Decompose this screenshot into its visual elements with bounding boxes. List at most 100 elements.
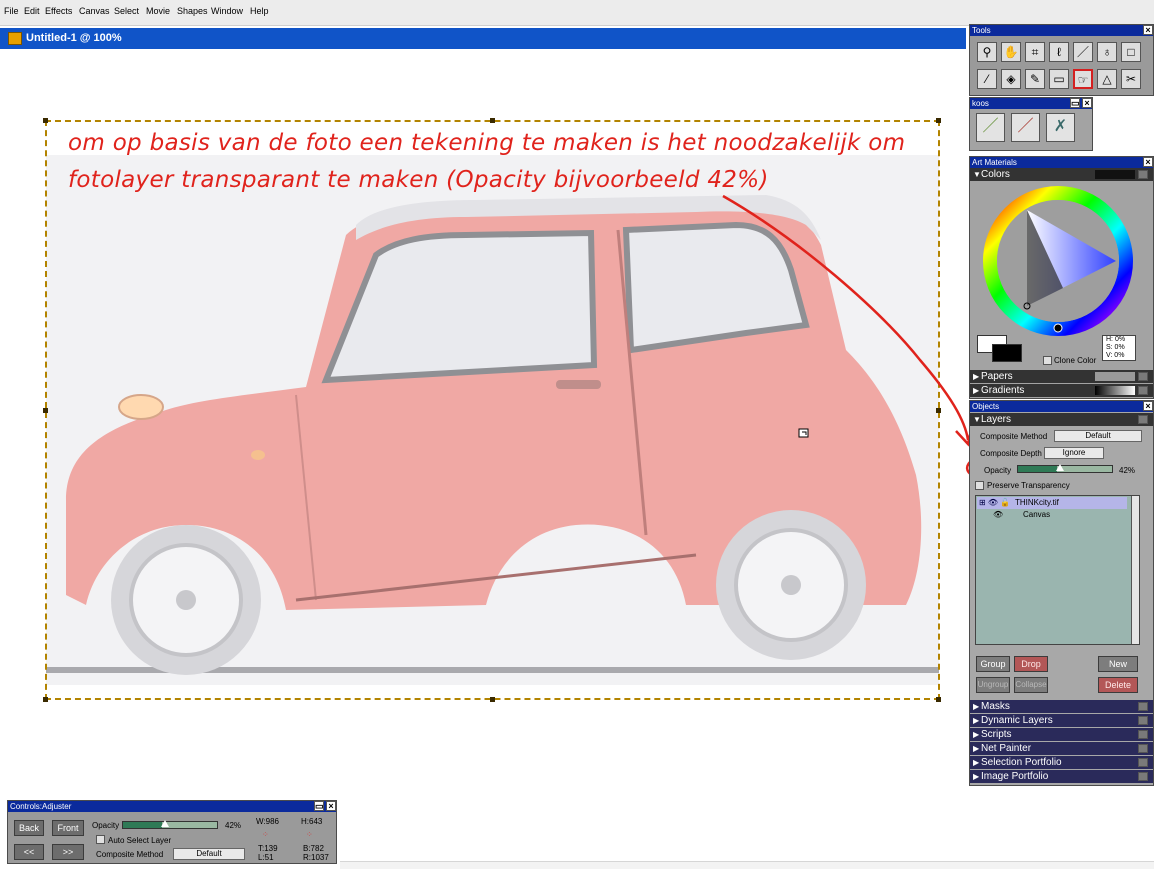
auto-select-layer-checkbox[interactable] — [96, 835, 105, 844]
dropper-icon[interactable]: ⁄ — [977, 69, 997, 89]
menu-shapes[interactable]: Shapes — [177, 6, 208, 16]
brush-variant-pencil-icon[interactable]: ／ — [976, 113, 1005, 142]
close-icon[interactable]: × — [326, 801, 336, 811]
opacity-slider-knob[interactable] — [1056, 464, 1064, 471]
scissors-icon[interactable]: ✂ — [1121, 69, 1141, 89]
preserve-transparency-checkbox[interactable] — [975, 481, 984, 490]
section-menu-icon[interactable] — [1138, 702, 1148, 711]
ungroup-button[interactable]: Ungroup — [976, 677, 1010, 693]
restore-icon[interactable]: ▭ — [1070, 98, 1080, 108]
masks-section-header[interactable]: ▶ Masks — [970, 700, 1153, 713]
layer-adjuster-icon[interactable]: ☞ — [1073, 69, 1093, 89]
close-icon[interactable]: × — [1082, 98, 1092, 108]
papers-section-header[interactable]: ▶ Papers — [970, 370, 1153, 383]
document-title-bar[interactable]: Untitled-1 @ 100% — [0, 28, 966, 49]
pen-icon[interactable]: ♁ — [1097, 42, 1117, 62]
art-materials-panel: Art Materials × ▼ Colors Clone Color H: … — [969, 156, 1154, 399]
section-menu-icon[interactable] — [1138, 716, 1148, 725]
collapsed-triangle-icon: ▶ — [973, 386, 980, 395]
marquee-handle[interactable] — [936, 697, 941, 702]
section-menu-icon[interactable] — [1138, 744, 1148, 753]
section-menu-icon[interactable] — [1138, 730, 1148, 739]
menu-select[interactable]: Select — [114, 6, 139, 16]
rect-select-icon[interactable]: ▭ — [1049, 69, 1069, 89]
menu-movie[interactable]: Movie — [146, 6, 170, 16]
secondary-color-swatch[interactable] — [992, 344, 1022, 362]
group-button[interactable]: Group — [976, 656, 1010, 672]
selection-marquee[interactable] — [45, 120, 940, 700]
layers-section-header[interactable]: ▼ Layers — [970, 413, 1153, 426]
collapse-button[interactable]: Collapse — [1014, 677, 1048, 693]
drop-button[interactable]: Drop — [1014, 656, 1048, 672]
section-menu-icon[interactable] — [1138, 170, 1148, 179]
scripts-label: Scripts — [981, 729, 1012, 740]
brush-variant-pen-icon[interactable]: ／ — [1011, 113, 1040, 142]
visibility-eye-icon[interactable]: 👁 — [993, 509, 1003, 521]
image-portfolio-section-header[interactable]: ▶ Image Portfolio — [970, 770, 1153, 783]
dynamic-layers-label: Dynamic Layers — [981, 715, 1053, 726]
back-button[interactable]: Back — [14, 820, 44, 836]
close-icon[interactable]: × — [1143, 25, 1153, 35]
restore-icon[interactable]: ▭ — [314, 801, 324, 811]
layer-name: Canvas — [1023, 510, 1051, 519]
marquee-handle[interactable] — [490, 118, 495, 123]
objects-panel: Objects × ▼ Layers Composite Method Defa… — [969, 400, 1154, 786]
hsv-readout: H: 0% S: 0% V: 0% — [1102, 335, 1136, 361]
section-menu-icon[interactable] — [1138, 772, 1148, 781]
lasso-icon[interactable]: ℓ — [1049, 42, 1069, 62]
brush-variant-eraser-icon[interactable]: ✗ — [1046, 113, 1075, 142]
marquee-handle[interactable] — [43, 118, 48, 123]
delete-layer-button[interactable]: Delete — [1098, 677, 1138, 693]
shape-icon[interactable]: △ — [1097, 69, 1117, 89]
marquee-handle[interactable] — [490, 697, 495, 702]
close-icon[interactable]: × — [1143, 157, 1153, 167]
clone-color-checkbox[interactable] — [1043, 356, 1052, 365]
masks-label: Masks — [981, 701, 1010, 712]
close-icon[interactable]: × — [1143, 401, 1153, 411]
crop-icon[interactable]: ⌗ — [1025, 42, 1045, 62]
color-wheel[interactable] — [983, 186, 1133, 336]
menu-edit[interactable]: Edit — [24, 6, 40, 16]
controls-composite-method-select[interactable]: Default — [173, 848, 245, 860]
menu-canvas[interactable]: Canvas — [79, 6, 110, 16]
marquee-handle[interactable] — [936, 118, 941, 123]
section-menu-icon[interactable] — [1138, 372, 1148, 381]
brush-icon[interactable]: ／ — [1073, 42, 1093, 62]
colors-section-header[interactable]: ▼ Colors — [970, 168, 1153, 181]
annotation-line-2: fotolayer transparant te maken (Opacity … — [68, 167, 769, 193]
opacity-slider[interactable] — [1017, 464, 1113, 473]
marquee-handle[interactable] — [43, 408, 48, 413]
composite-method-select[interactable]: Default — [1054, 430, 1142, 442]
net-painter-section-header[interactable]: ▶ Net Painter — [970, 742, 1153, 755]
new-layer-button[interactable]: New — [1098, 656, 1138, 672]
layers-list[interactable]: ⊞ 👁 🔓 THINKcity.tif 👁 Canvas — [975, 495, 1140, 645]
dynamic-layers-section-header[interactable]: ▶ Dynamic Layers — [970, 714, 1153, 727]
layer-name: THINKcity.tif — [1015, 498, 1059, 507]
grabber-icon[interactable]: ✋ — [1001, 42, 1021, 62]
rectangle-icon[interactable]: □ — [1121, 42, 1141, 62]
previous-layer-button[interactable]: << — [14, 844, 44, 860]
next-layer-button[interactable]: >> — [52, 844, 84, 860]
menu-help[interactable]: Help — [250, 6, 269, 16]
marquee-handle[interactable] — [43, 697, 48, 702]
selection-portfolio-section-header[interactable]: ▶ Selection Portfolio — [970, 756, 1153, 769]
gradients-section-header[interactable]: ▶ Gradients — [970, 384, 1153, 397]
controls-opacity-slider-knob[interactable] — [161, 820, 169, 827]
section-menu-icon[interactable] — [1138, 415, 1148, 424]
paint-bucket-icon[interactable]: ◈ — [1001, 69, 1021, 89]
marquee-handle[interactable] — [936, 408, 941, 413]
composite-depth-select[interactable]: Ignore — [1044, 447, 1104, 459]
menu-effects[interactable]: Effects — [45, 6, 72, 16]
menu-file[interactable]: File — [4, 6, 19, 16]
controls-opacity-slider[interactable] — [122, 820, 218, 829]
layers-scrollbar[interactable] — [1131, 496, 1139, 644]
front-button[interactable]: Front — [52, 820, 84, 836]
layer-row[interactable]: 👁 Canvas — [977, 509, 1127, 521]
magnifier-icon[interactable]: ⚲ — [977, 42, 997, 62]
scripts-section-header[interactable]: ▶ Scripts — [970, 728, 1153, 741]
pencil-icon[interactable]: ✎ — [1025, 69, 1045, 89]
layer-row[interactable]: ⊞ 👁 🔓 THINKcity.tif — [977, 497, 1127, 509]
section-menu-icon[interactable] — [1138, 386, 1148, 395]
section-menu-icon[interactable] — [1138, 758, 1148, 767]
menu-window[interactable]: Window — [211, 6, 243, 16]
